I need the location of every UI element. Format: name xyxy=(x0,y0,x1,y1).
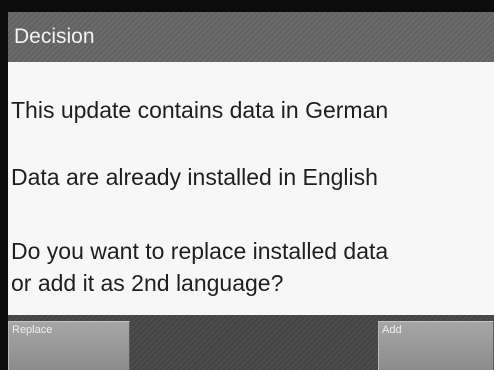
decision-dialog: Decision This update contains data in Ge… xyxy=(8,12,494,370)
message-update-language: This update contains data in German xyxy=(11,97,389,123)
dialog-content: This update contains data in German Data… xyxy=(8,62,494,315)
add-button-label: Add xyxy=(382,324,402,336)
dialog-title: Decision xyxy=(8,12,494,62)
message-installed-language: Data are already installed in English xyxy=(11,164,378,190)
device-frame: Decision This update contains data in Ge… xyxy=(0,0,494,370)
replace-button-label: Replace xyxy=(12,324,53,336)
softkey-bar: Replace Add xyxy=(8,315,494,370)
message-question-line-2: or add it as 2nd language? xyxy=(11,270,284,296)
replace-button[interactable]: Replace xyxy=(8,321,130,370)
message-question-line-1: Do you want to replace installed data xyxy=(11,238,389,264)
add-button[interactable]: Add xyxy=(378,321,494,370)
